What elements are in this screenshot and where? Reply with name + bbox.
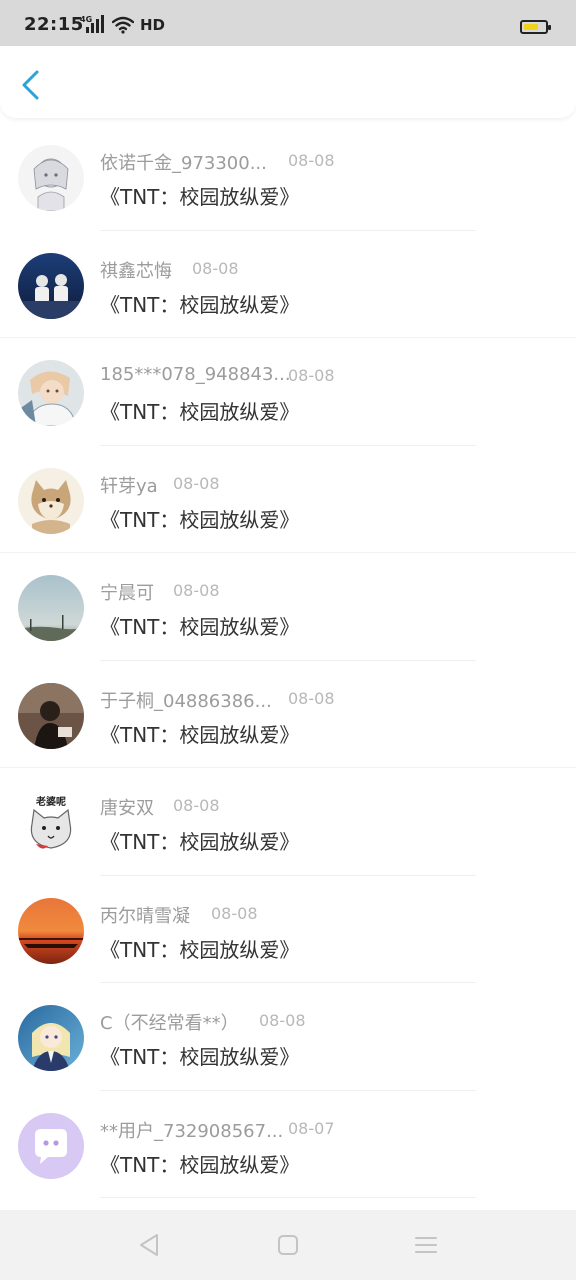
wifi-icon [112, 16, 134, 34]
list-item[interactable]: C（不经常看**） 08-08 《TNT：校园放纵爱》 [0, 983, 576, 1091]
list-item[interactable]: **用户_732908567... 08-07 《TNT：校园放纵爱》 [0, 1091, 576, 1198]
battery-icon [520, 20, 551, 34]
list-item[interactable]: 丙尔晴雪凝 08-08 《TNT：校园放纵爱》 [0, 876, 576, 983]
user-name: **用户_732908567... [100, 1120, 284, 1142]
user-name: 祺鑫芯悔 [100, 260, 172, 282]
avatar-sticker-text: 老婆呢 [35, 795, 66, 808]
three-lines-menu-icon[interactable] [413, 1232, 439, 1258]
avatar[interactable] [18, 682, 84, 749]
book-title: 《TNT：校园放纵爱》 [100, 1152, 300, 1177]
book-title: 《TNT：校园放纵爱》 [100, 292, 300, 317]
divider [100, 1197, 476, 1198]
user-name: 宁晨可 [100, 583, 154, 604]
comment-date: 08-08 [192, 258, 239, 278]
avatar[interactable] [18, 575, 84, 641]
list-item[interactable]: 宁晨可 08-08 《TNT：校园放纵爱》 [0, 553, 576, 661]
book-title: 《TNT：校园放纵爱》 [100, 937, 300, 962]
list-item[interactable]: 185***078_948843... 08-08 《TNT：校园放纵爱》 [0, 338, 576, 446]
user-name: 于子桐_04886386... [100, 690, 272, 712]
status-time: 22:15 [24, 14, 84, 35]
system-nav-bar [0, 1210, 576, 1280]
triangle-back-icon[interactable] [137, 1232, 163, 1258]
book-title: 《TNT：校园放纵爱》 [100, 400, 300, 424]
user-name: 185***078_948843... [100, 364, 291, 385]
back-button[interactable] [16, 68, 46, 102]
comment-date: 08-08 [173, 796, 220, 815]
comment-date: 08-08 [288, 688, 335, 708]
book-title: 《TNT：校园放纵爱》 [100, 185, 300, 209]
comment-date: 08-08 [211, 903, 258, 923]
avatar[interactable] [18, 360, 84, 426]
battery-level [524, 24, 538, 30]
book-title: 《TNT：校园放纵爱》 [100, 507, 300, 532]
user-name: 唐安双 [100, 798, 154, 819]
book-title: 《TNT：校园放纵爱》 [100, 615, 300, 639]
user-name: 丙尔晴雪凝 [100, 905, 190, 927]
cellular-signal-icon: 4G [80, 15, 106, 35]
book-title: 《TNT：校园放纵爱》 [100, 1045, 300, 1069]
status-icons: 4G HD [80, 14, 165, 36]
list-item[interactable]: 祺鑫芯悔 08-08 《TNT：校园放纵爱》 [0, 231, 576, 338]
reader-list[interactable]: 依诺千金_973300... 08-08 《TNT：校园放纵爱》 祺鑫芯悔 08… [0, 123, 576, 1210]
comment-date: 08-08 [259, 1011, 306, 1030]
book-title: 《TNT：校园放纵爱》 [100, 722, 300, 747]
avatar[interactable] [18, 1005, 84, 1071]
user-name: 轩芽ya [100, 475, 158, 497]
comment-date: 08-07 [288, 1118, 335, 1138]
list-item[interactable]: 老婆呢 唐安双 08-08 《TNT：校园放纵爱》 [0, 768, 576, 876]
square-home-icon[interactable] [275, 1232, 301, 1258]
avatar[interactable]: 老婆呢 [18, 790, 84, 856]
status-bar: 22:15 4G HD [0, 0, 576, 46]
avatar[interactable] [18, 252, 84, 319]
comment-date: 08-08 [288, 366, 335, 385]
book-title: 《TNT：校园放纵爱》 [100, 830, 300, 854]
comment-date: 08-08 [288, 151, 335, 170]
comment-date: 08-08 [173, 473, 220, 493]
list-item[interactable]: 轩芽ya 08-08 《TNT：校园放纵爱》 [0, 446, 576, 553]
user-name: C（不经常看**） [100, 1013, 239, 1034]
comment-date: 08-08 [173, 581, 220, 600]
hd-indicator: HD [140, 16, 166, 34]
top-bar [0, 46, 576, 118]
avatar[interactable] [18, 1112, 84, 1179]
avatar[interactable] [18, 897, 84, 964]
list-item[interactable]: 于子桐_04886386... 08-08 《TNT：校园放纵爱》 [0, 661, 576, 768]
avatar[interactable] [18, 145, 84, 211]
user-name: 依诺千金_973300... [100, 153, 267, 174]
avatar[interactable] [18, 467, 84, 534]
list-item[interactable]: 依诺千金_973300... 08-08 《TNT：校园放纵爱》 [0, 123, 576, 231]
